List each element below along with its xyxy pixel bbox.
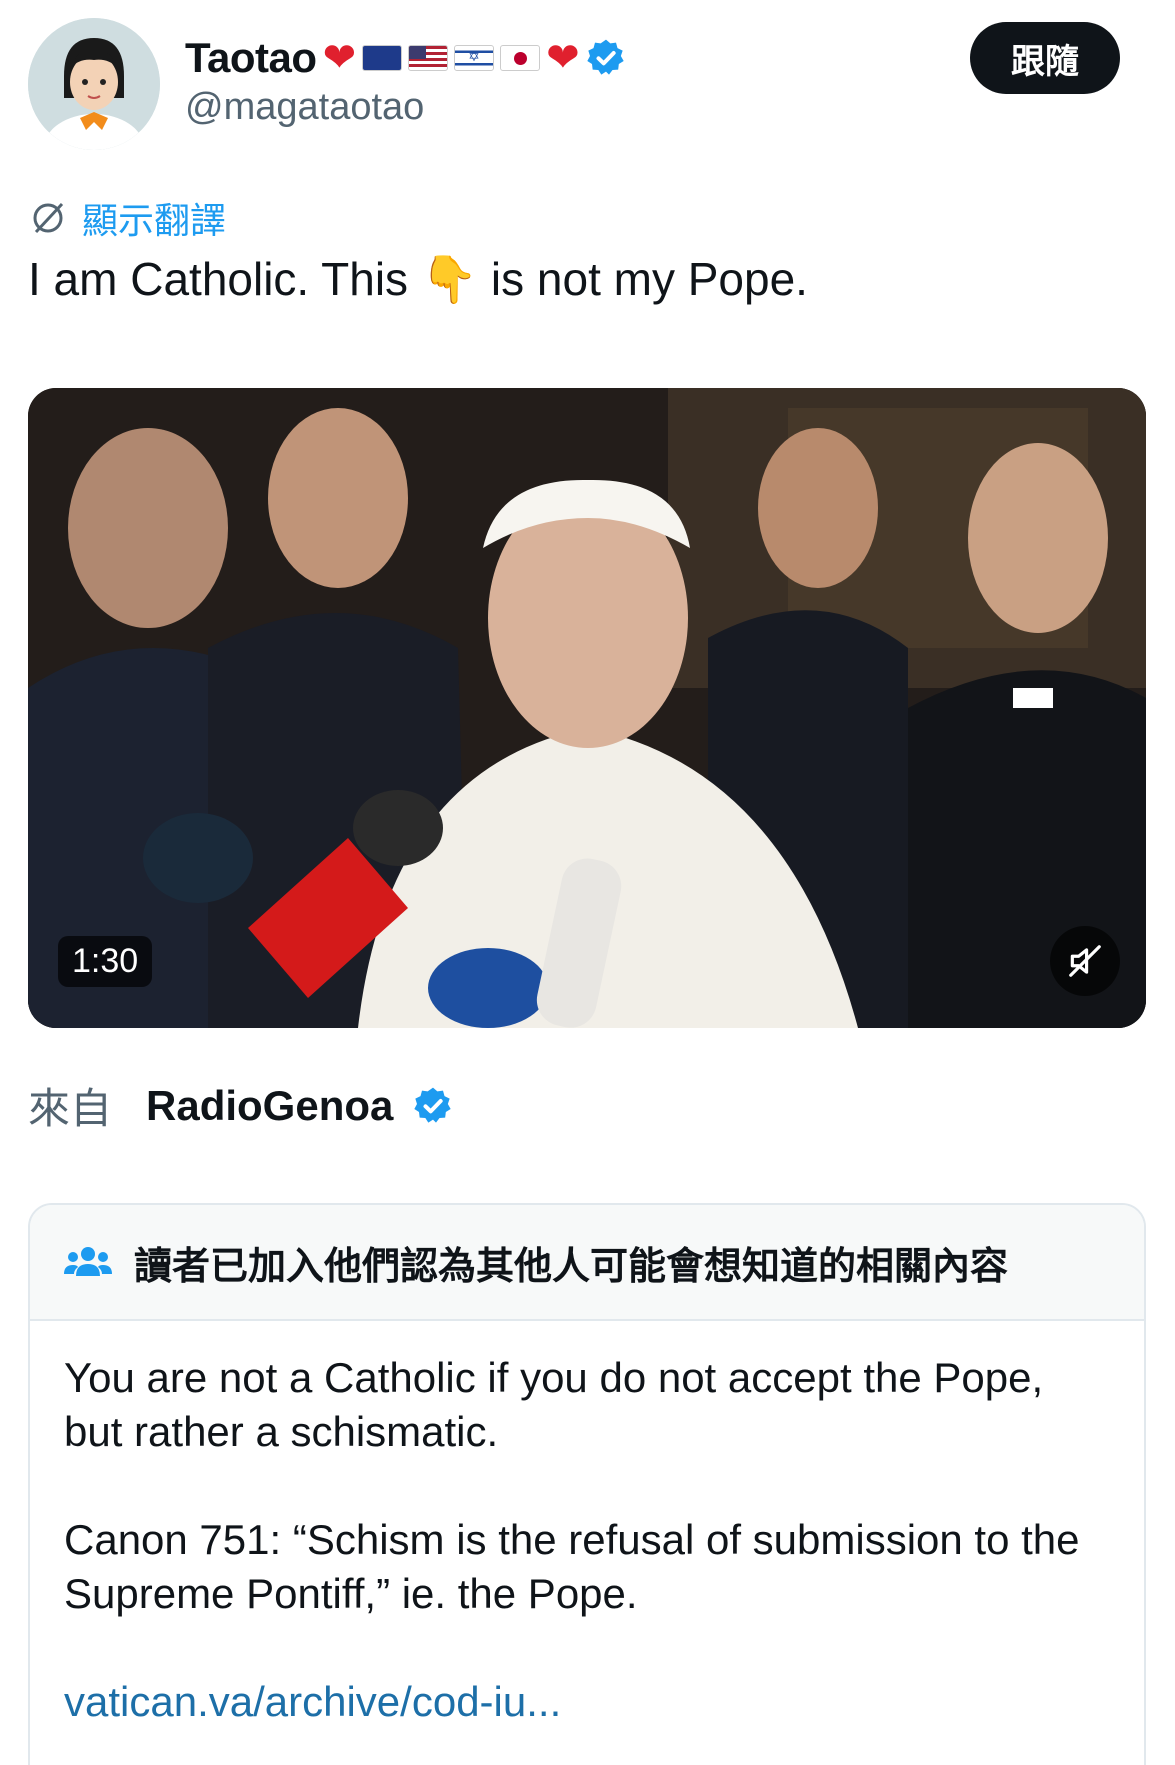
translate-icon xyxy=(33,202,64,234)
verified-badge-icon xyxy=(414,1087,452,1123)
us-flag-icon xyxy=(408,45,449,71)
pointing-down-emoji: 👇 xyxy=(420,253,479,305)
tweet-text-part1: I am Catholic. This xyxy=(28,253,421,305)
author-avatar[interactable] xyxy=(28,18,160,150)
video-thumbnail xyxy=(28,388,1146,1028)
show-translation-link[interactable]: 顯示翻譯 xyxy=(28,192,226,244)
community-note-source-link[interactable]: vatican.va/archive/cod-iu... xyxy=(64,1675,1110,1729)
heart-icon: ❤ xyxy=(546,36,580,80)
author-display-name[interactable]: Taotao xyxy=(185,34,317,82)
community-note-header: 讀者已加入他們認為其他人可能會想知道的相關內容 xyxy=(30,1205,1144,1321)
source-name-link[interactable]: RadioGenoa xyxy=(146,1082,393,1130)
australia-flag-icon xyxy=(362,45,403,71)
community-note-title: 讀者已加入他們認為其他人可能會想知道的相關內容 xyxy=(134,1243,1009,1288)
show-translation-label: 顯示翻譯 xyxy=(82,201,227,242)
author-name-row: Taotao ❤ ❤ xyxy=(185,28,626,88)
people-group-icon xyxy=(64,1247,112,1276)
japan-flag-icon xyxy=(500,45,541,71)
community-note: 讀者已加入他們認為其他人可能會想知道的相關內容 You are not a Ca… xyxy=(28,1203,1146,1765)
source-label: 來自 xyxy=(28,1084,113,1133)
video-duration-badge: 1:30 xyxy=(58,936,153,987)
mute-toggle-button[interactable] xyxy=(1050,926,1120,996)
author-handle[interactable]: @magataotao xyxy=(185,86,424,129)
tweet-text: I am Catholic. This 👇 is not my Pope. xyxy=(28,252,808,307)
community-note-paragraph: You are not a Catholic if you do not acc… xyxy=(64,1354,1044,1455)
heart-icon: ❤ xyxy=(322,36,357,80)
community-note-body: You are not a Catholic if you do not acc… xyxy=(30,1321,1144,1759)
israel-flag-icon xyxy=(454,45,495,71)
verified-badge-icon xyxy=(586,39,624,75)
community-note-paragraph: Canon 751: “Schism is the refusal of sub… xyxy=(64,1516,1080,1617)
tweet-text-part2: is not my Pope. xyxy=(478,253,808,305)
tweet-video[interactable]: 1:30 xyxy=(28,388,1146,1028)
tweet-header: Taotao ❤ ❤ @magataotao 跟隨 xyxy=(0,0,1175,170)
muted-speaker-icon xyxy=(1069,945,1101,977)
follow-button[interactable]: 跟隨 xyxy=(970,22,1120,94)
video-source-attribution: 來自 RadioGenoa xyxy=(28,1075,453,1136)
